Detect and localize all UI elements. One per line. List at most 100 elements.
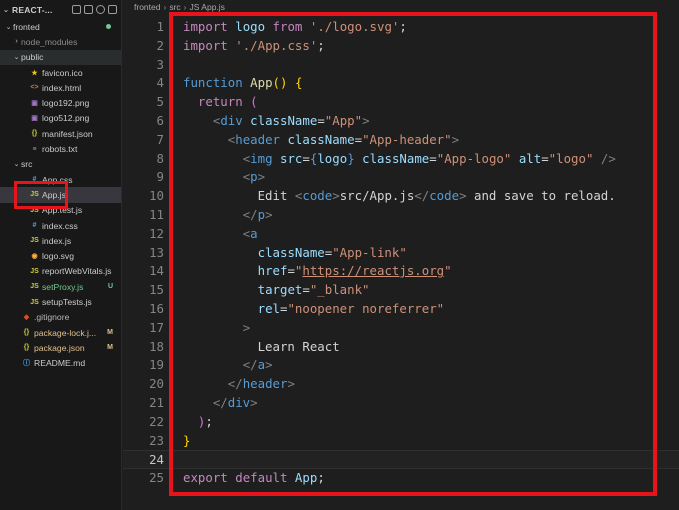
tree-item-label: public bbox=[21, 52, 44, 63]
code-line[interactable]: 6 <div className="App"> bbox=[123, 112, 679, 131]
breadcrumb-item[interactable]: src bbox=[169, 2, 180, 12]
file-type-icon: ▣ bbox=[31, 100, 38, 108]
tree-item-label: package-lock.j... bbox=[34, 327, 97, 338]
tree-file[interactable]: {} package.json M bbox=[0, 340, 121, 355]
line-number: 1 bbox=[156, 19, 164, 34]
git-status-badge: M bbox=[107, 344, 113, 352]
code-line[interactable]: 22 ); bbox=[123, 413, 679, 432]
refresh-icon[interactable] bbox=[96, 5, 105, 14]
tree-item-label: index.html bbox=[42, 82, 82, 93]
code-text: </p> bbox=[242, 207, 273, 222]
code-line[interactable]: 20 </header> bbox=[123, 375, 679, 394]
code-line[interactable]: 24 bbox=[123, 450, 679, 470]
code-line[interactable]: 18 Learn React bbox=[123, 338, 679, 357]
code-line[interactable]: 9 <p> bbox=[123, 168, 679, 187]
explorer-header[interactable]: ⌄ REACT-... bbox=[0, 0, 121, 19]
tree-file[interactable]: ◆ .gitignore bbox=[0, 310, 121, 325]
code-line[interactable]: 17 > bbox=[123, 319, 679, 338]
collapse-all-icon[interactable] bbox=[108, 5, 117, 14]
code-line[interactable]: 16 rel="noopener noreferrer" bbox=[123, 300, 679, 319]
new-folder-icon[interactable] bbox=[84, 5, 93, 14]
file-type-icon: JS bbox=[30, 283, 39, 291]
chevron-down-icon: ⌄ bbox=[13, 161, 20, 169]
line-number: 25 bbox=[149, 470, 164, 486]
code-line[interactable]: 2 import './App.css'; bbox=[123, 37, 679, 56]
line-number: 9 bbox=[156, 169, 164, 185]
tree-item-label: manifest.json bbox=[42, 128, 93, 139]
file-type-icon: JS bbox=[30, 191, 39, 199]
line-number: 2 bbox=[156, 37, 164, 53]
tree-folder[interactable]: ⌄ fronted bbox=[0, 19, 121, 34]
tree-file[interactable]: ⓘ README.md bbox=[0, 356, 121, 371]
code-line[interactable]: 13 className="App-link" bbox=[123, 244, 679, 263]
chevron-right-icon: › bbox=[183, 2, 187, 12]
file-type-icon: ◉ bbox=[31, 253, 38, 261]
code-editor[interactable]: 1 import logo from './logo.svg'; 2 import '… bbox=[123, 14, 679, 510]
code-line[interactable]: 14 href="https://reactjs.org" bbox=[123, 262, 679, 281]
line-number: 16 bbox=[149, 301, 164, 316]
file-type-icon: JS bbox=[30, 267, 39, 275]
chevron-down-icon: ⌄ bbox=[13, 54, 20, 62]
line-number: 15 bbox=[149, 282, 164, 298]
new-file-icon[interactable] bbox=[72, 5, 81, 14]
tree-folder[interactable]: › node_modules bbox=[0, 34, 121, 49]
code-line[interactable]: 11 </p> bbox=[123, 206, 679, 225]
tree-file[interactable]: JS reportWebVitals.js bbox=[0, 264, 121, 279]
code-text: <header className="App-header"> bbox=[227, 131, 460, 147]
code-text: } bbox=[183, 432, 191, 448]
tree-file[interactable]: {} package-lock.j... M bbox=[0, 325, 121, 340]
file-type-icon: {} bbox=[31, 130, 38, 138]
line-number: 5 bbox=[156, 94, 164, 110]
line-number: 10 bbox=[149, 188, 164, 204]
line-number: 21 bbox=[149, 395, 164, 410]
code-line[interactable]: 7 <header className="App-header"> bbox=[123, 131, 679, 150]
code-line[interactable]: 5 return ( bbox=[123, 93, 679, 112]
code-text: href="https://reactjs.org" bbox=[257, 263, 452, 279]
tree-file[interactable]: ▣ logo192.png bbox=[0, 96, 121, 111]
tree-folder[interactable]: ⌄ src bbox=[0, 157, 121, 172]
tree-file[interactable]: # index.css bbox=[0, 218, 121, 233]
code-line[interactable]: 1 import logo from './logo.svg'; bbox=[123, 18, 679, 37]
tree-file[interactable]: JS setProxy.js U bbox=[0, 279, 121, 294]
code-line[interactable]: 15 target="_blank" bbox=[123, 281, 679, 300]
code-text: target="_blank" bbox=[257, 282, 370, 298]
breadcrumb-item[interactable]: JS App.js bbox=[190, 2, 225, 12]
code-line[interactable]: 25 export default App; bbox=[123, 469, 679, 488]
tree-item-label: logo512.png bbox=[42, 113, 90, 124]
tree-folder[interactable]: ⌄ public bbox=[0, 49, 121, 65]
code-text: <div className="App"> bbox=[212, 113, 370, 128]
code-line[interactable]: 23} bbox=[123, 432, 679, 451]
code-line[interactable]: 4 function App() { bbox=[123, 74, 679, 93]
tree-file[interactable]: ≡ robots.txt bbox=[0, 141, 121, 156]
code-line[interactable]: 19 </a> bbox=[123, 356, 679, 375]
line-number: 4 bbox=[156, 75, 164, 91]
line-number: 18 bbox=[149, 338, 164, 354]
tree-file[interactable]: {} manifest.json bbox=[0, 126, 121, 141]
file-type-icon: ⓘ bbox=[23, 360, 30, 368]
tree-file[interactable]: <> index.html bbox=[0, 80, 121, 95]
code-line[interactable]: 8 <img src={logo} className="App-logo" a… bbox=[123, 150, 679, 169]
code-line[interactable]: 12 <a bbox=[123, 225, 679, 244]
tree-file[interactable]: ▣ logo512.png bbox=[0, 111, 121, 126]
breadcrumb-item[interactable]: fronted bbox=[134, 2, 160, 12]
code-text: <p> bbox=[242, 169, 266, 185]
code-line[interactable]: 21 </div> bbox=[123, 394, 679, 413]
code-line[interactable]: 3 bbox=[123, 56, 679, 75]
chevron-down-icon[interactable]: ⌄ bbox=[0, 5, 12, 14]
tree-file[interactable]: # App.css bbox=[0, 172, 121, 187]
file-type-icon: {} bbox=[23, 344, 30, 352]
tree-file[interactable]: JS App.js bbox=[0, 187, 121, 203]
code-text: ); bbox=[197, 413, 213, 429]
tree-file[interactable]: JS index.js bbox=[0, 233, 121, 248]
tree-file[interactable]: ★ favicon.ico bbox=[0, 65, 121, 80]
tree-file[interactable]: JS App.test.js bbox=[0, 203, 121, 218]
tree-item-label: fronted bbox=[13, 21, 40, 32]
tree-item-label: favicon.ico bbox=[42, 67, 83, 78]
tree-file[interactable]: ◉ logo.svg bbox=[0, 249, 121, 264]
code-line[interactable]: 10 Edit <code>src/App.js</code> and save… bbox=[123, 187, 679, 206]
tree-item-label: robots.txt bbox=[42, 144, 78, 155]
tree-file[interactable]: JS setupTests.js bbox=[0, 294, 121, 309]
file-type-icon: ★ bbox=[31, 69, 38, 77]
code-text: import logo from './logo.svg'; bbox=[183, 19, 407, 34]
code-text: rel="noopener noreferrer" bbox=[257, 301, 445, 316]
